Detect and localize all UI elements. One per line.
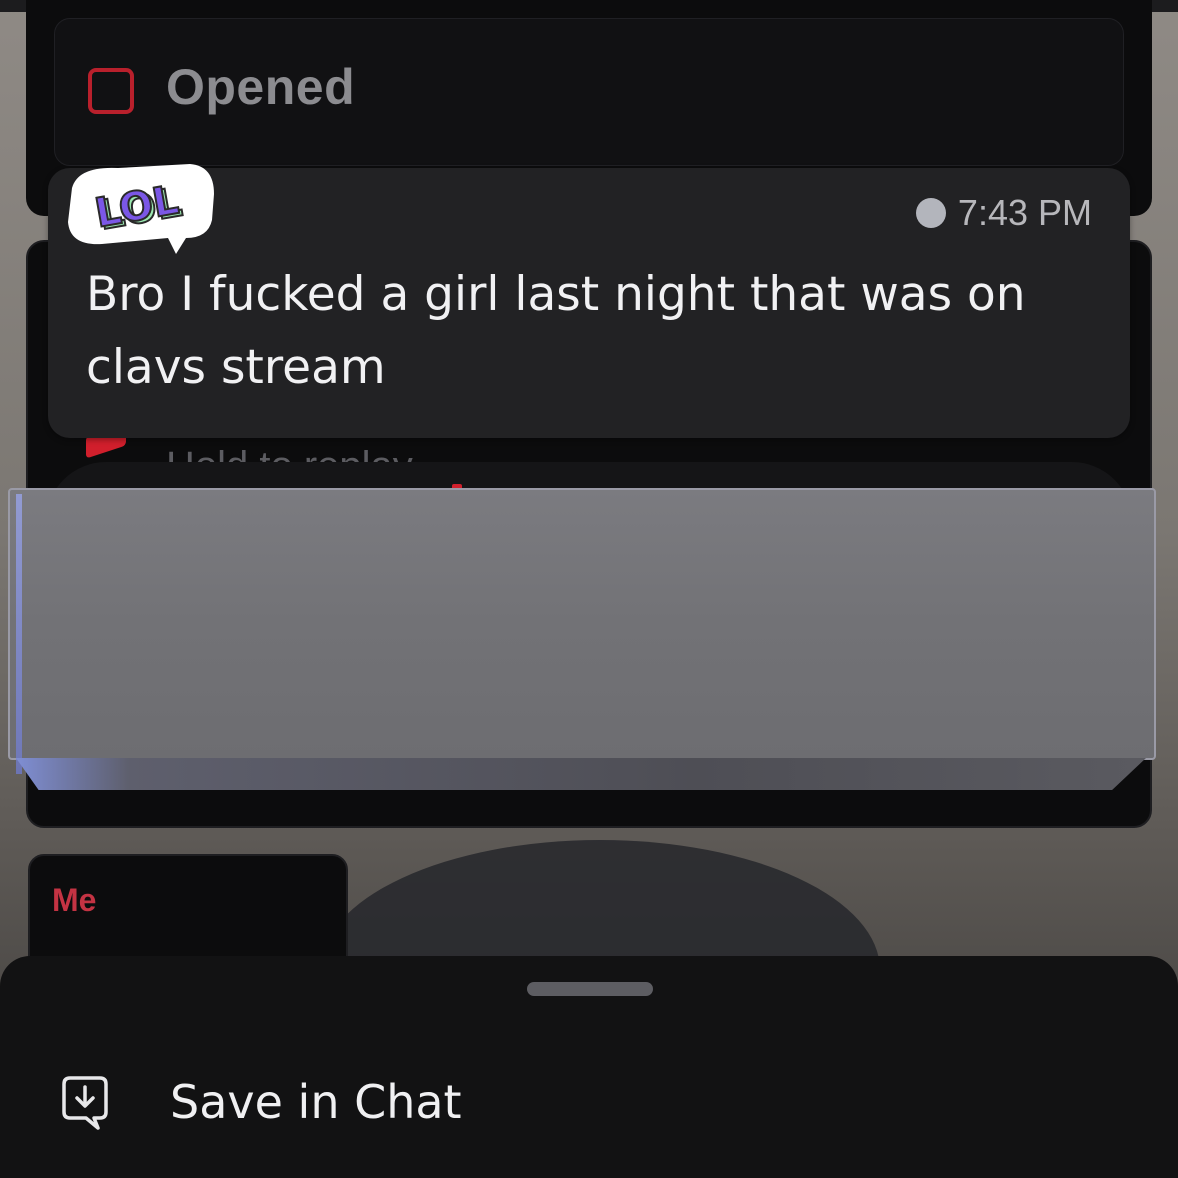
snapchat-chat-screen: Opened Hold to replay LOL LOL 7:43 PM Br… [0, 0, 1178, 1178]
redaction-block [8, 488, 1156, 792]
save-in-chat-label: Save in Chat [170, 1075, 462, 1129]
message-timestamp: 7:43 PM [915, 192, 1092, 234]
sender-label-me: Me [52, 882, 97, 918]
opened-snap-icon [88, 68, 134, 114]
lol-sticker-icon: LOL LOL [68, 164, 214, 254]
message-text: Bro I fucked a girl last night that was … [86, 267, 1026, 395]
redaction-face [8, 488, 1156, 760]
redaction-edge-highlight [16, 494, 22, 774]
save-in-chat-icon [62, 1076, 108, 1130]
read-status-dot [915, 198, 946, 228]
sheet-grab-handle[interactable] [527, 982, 653, 996]
opened-status-label: Opened [166, 59, 356, 115]
hold-to-replay-hint: Hold to replay [166, 442, 413, 464]
timestamp-text: 7:43 PM [957, 192, 1092, 233]
redaction-bottom-edge [16, 758, 1146, 790]
